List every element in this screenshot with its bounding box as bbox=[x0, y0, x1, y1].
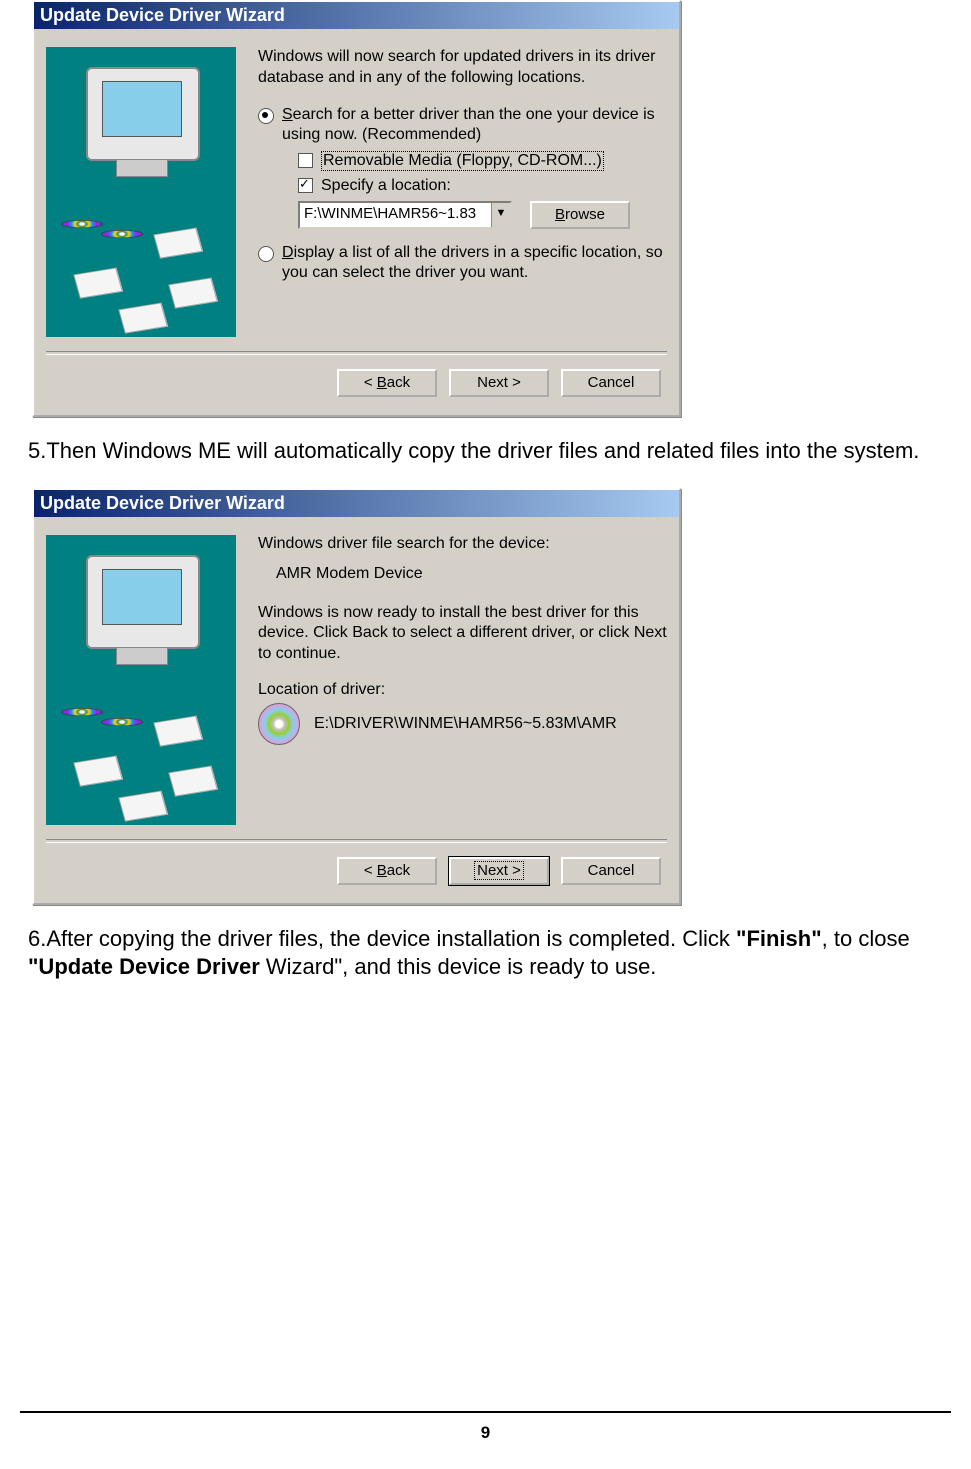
radio-display-list[interactable] bbox=[258, 246, 274, 262]
location-label: Location of driver: bbox=[258, 681, 667, 699]
radio-display-list-label: Display a list of all the drivers in a s… bbox=[282, 243, 667, 283]
cd-icon bbox=[258, 703, 300, 745]
checkbox-specify-location[interactable] bbox=[298, 178, 313, 193]
cancel-button[interactable]: Cancel bbox=[561, 369, 661, 397]
device-name: AMR Modem Device bbox=[276, 565, 667, 583]
location-value: F:\WINME\HAMR56~1.83 bbox=[300, 203, 491, 227]
chevron-down-icon[interactable]: ▼ bbox=[491, 203, 510, 227]
checkbox-removable-media-label: Removable Media (Floppy, CD-ROM...) bbox=[321, 151, 604, 171]
wizard-side-graphic bbox=[46, 535, 236, 825]
wizard-side-graphic bbox=[46, 47, 236, 337]
wizard-dialog-ready: Update Device Driver Wizard Windows driv… bbox=[32, 488, 681, 905]
step-6: 6.After copying the driver files, the de… bbox=[28, 925, 943, 982]
intro-text: Windows will now search for updated driv… bbox=[258, 47, 667, 89]
location-combobox[interactable]: F:\WINME\HAMR56~1.83 ▼ bbox=[298, 201, 512, 229]
checkbox-removable-media[interactable] bbox=[298, 153, 313, 168]
back-button[interactable]: < Back bbox=[337, 369, 437, 397]
search-for-device-label: Windows driver file search for the devic… bbox=[258, 535, 667, 553]
next-button[interactable]: Next > bbox=[449, 369, 549, 397]
back-button[interactable]: < Back bbox=[337, 857, 437, 885]
page-number: 9 bbox=[20, 1411, 951, 1443]
next-button[interactable]: Next > bbox=[449, 857, 549, 885]
ready-text: Windows is now ready to install the best… bbox=[258, 603, 667, 665]
step-5: 5.Then Windows ME will automatically cop… bbox=[28, 437, 943, 466]
radio-search-better-label: Search for a better driver than the one … bbox=[282, 105, 667, 145]
radio-search-better[interactable] bbox=[258, 108, 274, 124]
dialog-title: Update Device Driver Wizard bbox=[34, 2, 679, 29]
driver-path: E:\DRIVER\WINME\HAMR56~5.83M\AMR bbox=[314, 715, 617, 733]
checkbox-specify-location-label: Specify a location: bbox=[321, 177, 451, 195]
dialog-title: Update Device Driver Wizard bbox=[34, 490, 679, 517]
cancel-button[interactable]: Cancel bbox=[561, 857, 661, 885]
wizard-dialog-search: Update Device Driver Wizard Windows will… bbox=[32, 0, 681, 417]
browse-button[interactable]: Browse bbox=[530, 201, 630, 229]
